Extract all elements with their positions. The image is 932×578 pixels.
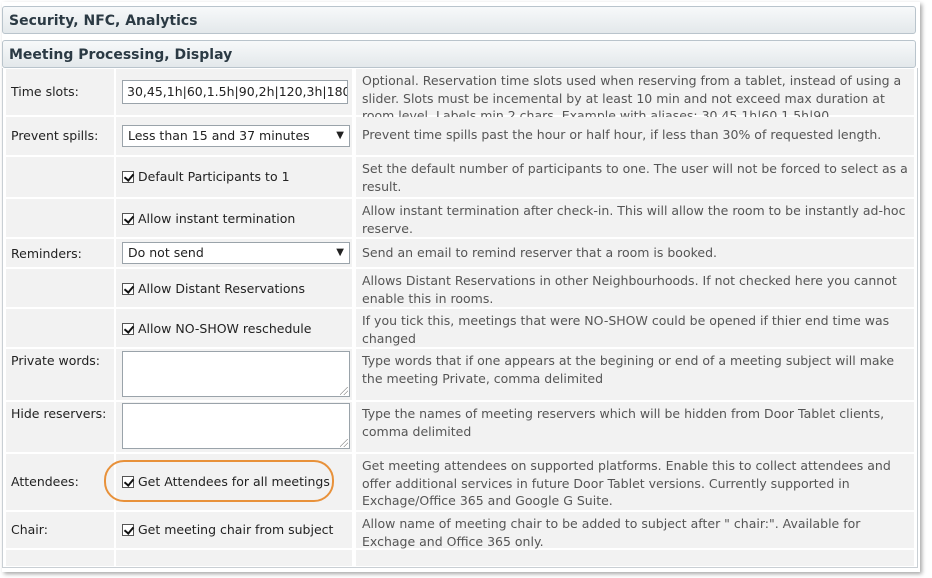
attendees-description: Get meeting attendees on supported platf… [362, 458, 891, 508]
attendees-label: Attendees: [11, 474, 79, 489]
hide-reservers-label: Hide reservers: [11, 406, 107, 421]
reminders-description: Send an email to remind reserver that a … [362, 245, 717, 260]
instant-termination-label: Allow instant termination [138, 211, 296, 226]
panel-header-security[interactable]: Security, NFC, Analytics [2, 6, 916, 34]
row-reminders: Reminders: Do not send ▼ Send an email t… [6, 239, 914, 267]
reminders-value: Do not send [128, 245, 204, 260]
distant-reservations-description: Allows Distant Reservations in other Nei… [362, 273, 897, 306]
chair-checkbox-label: Get meeting chair from subject [138, 522, 334, 537]
checkmark-icon[interactable] [122, 323, 134, 335]
private-words-textarea[interactable] [122, 351, 350, 397]
checkmark-icon[interactable] [122, 524, 134, 536]
prevent-spills-select[interactable]: Less than 15 and 37 minutes ▼ [122, 125, 350, 147]
settings-frame: Security, NFC, Analytics Meeting Process… [2, 2, 920, 572]
noshow-reschedule-checkbox[interactable]: Allow NO-SHOW reschedule [122, 321, 311, 336]
private-words-label: Private words: [11, 353, 101, 368]
row-chair: Chair: Get meeting chair from subject Al… [6, 512, 914, 549]
prevent-spills-description: Prevent time spills past the hour or hal… [362, 127, 882, 142]
noshow-reschedule-label: Allow NO-SHOW reschedule [138, 321, 312, 336]
default-participants-description: Set the default number of participants t… [362, 161, 908, 194]
row-default-participants: Default Participants to 1 Set the defaul… [6, 157, 914, 197]
row-noshow-reschedule: Allow NO-SHOW reschedule If you tick thi… [6, 309, 914, 347]
instant-termination-checkbox[interactable]: Allow instant termination [122, 211, 295, 226]
hide-reservers-description: Type the names of meeting reservers whic… [362, 406, 885, 439]
row-private-words: Private words: Type words that if one ap… [6, 349, 914, 400]
checkmark-icon[interactable] [122, 283, 134, 295]
panel-header-meeting-processing[interactable]: Meeting Processing, Display [2, 40, 916, 68]
chevron-down-icon: ▼ [336, 247, 344, 258]
time-slots-label: Time slots: [11, 84, 79, 99]
chair-checkbox[interactable]: Get meeting chair from subject [122, 522, 333, 537]
prevent-spills-label: Prevent spills: [11, 128, 99, 143]
reminders-select[interactable]: Do not send ▼ [122, 242, 350, 264]
resize-grip-icon[interactable] [340, 387, 348, 395]
row-empty [6, 550, 914, 566]
row-distant-reservations: Allow Distant Reservations Allows Distan… [6, 269, 914, 307]
checkmark-icon[interactable] [122, 171, 134, 183]
resize-grip-icon[interactable] [340, 439, 348, 447]
prevent-spills-value: Less than 15 and 37 minutes [128, 128, 310, 143]
default-participants-label: Default Participants to 1 [138, 169, 290, 184]
reminders-label: Reminders: [11, 246, 82, 261]
attendees-highlight-outline [104, 460, 334, 502]
row-instant-termination: Allow instant termination Allow instant … [6, 199, 914, 237]
chair-description: Allow name of meeting chair to be added … [362, 516, 861, 549]
row-time-slots: Time slots: 30,45,1h|60,1.5h|90,2h|120,3… [6, 69, 914, 123]
time-slots-input[interactable]: 30,45,1h|60,1.5h|90,2h|120,3h|180 [122, 80, 348, 104]
row-hide-reservers: Hide reservers: Type the names of meetin… [6, 402, 914, 452]
distant-reservations-checkbox[interactable]: Allow Distant Reservations [122, 281, 305, 296]
distant-reservations-label: Allow Distant Reservations [138, 281, 305, 296]
private-words-description: Type words that if one appears at the be… [362, 353, 895, 386]
noshow-reschedule-description: If you tick this, meetings that were NO-… [362, 313, 890, 346]
row-prevent-spills: Prevent spills: Less than 15 and 37 minu… [6, 117, 914, 155]
checkmark-icon[interactable] [122, 213, 134, 225]
default-participants-checkbox[interactable]: Default Participants to 1 [122, 169, 290, 184]
hide-reservers-textarea[interactable] [122, 403, 350, 449]
chevron-down-icon: ▼ [336, 130, 344, 141]
chair-label: Chair: [11, 522, 48, 537]
instant-termination-description: Allow instant termination after check-in… [362, 203, 906, 236]
